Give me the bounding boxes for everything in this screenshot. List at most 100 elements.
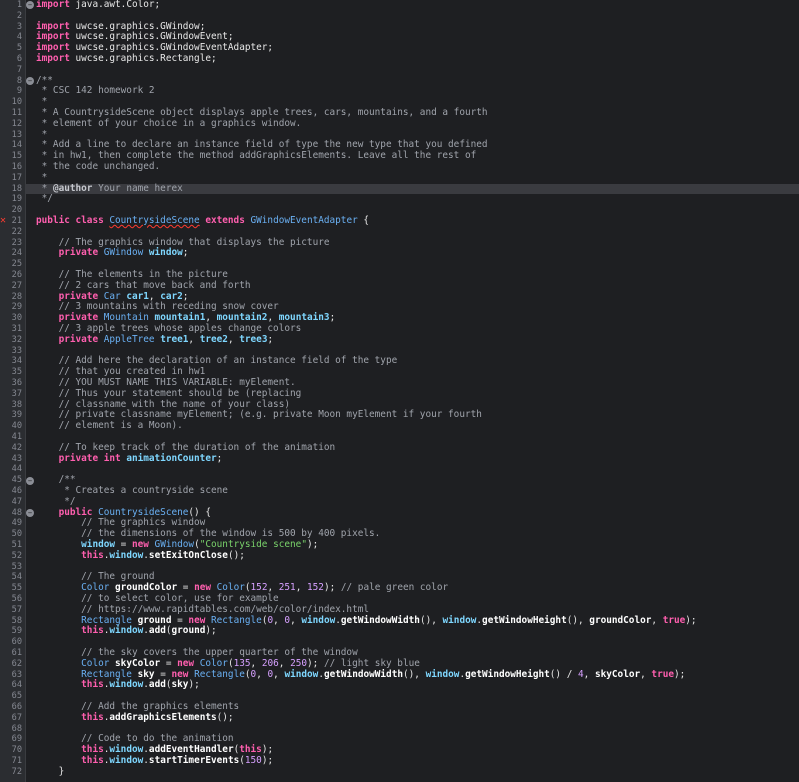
code-line[interactable]: this.window.add(sky); (26, 679, 799, 691)
code-token: CountrysideScene (109, 215, 200, 226)
code-token: * (36, 171, 48, 183)
line-number: 36 (11, 378, 22, 388)
code-token: * (36, 128, 48, 140)
code-token: (), (403, 668, 426, 680)
code-token: 206 (261, 657, 279, 669)
code-token: * CSC 142 homework 2 (36, 85, 155, 97)
code-line[interactable] (26, 65, 799, 76)
code-line[interactable]: import java.awt.Color; (26, 0, 799, 11)
code-line[interactable]: // element is a Moon). (26, 420, 799, 432)
code-line[interactable]: */ (26, 193, 799, 205)
code-line[interactable]: private int animationCounter; (26, 452, 799, 465)
code-line[interactable]: this.window.setExitOnClose(); (26, 550, 799, 562)
line-number: 64 (11, 680, 22, 691)
fold-toggle-icon[interactable]: − (26, 509, 34, 517)
code-area[interactable]: import java.awt.Color; import uwcse.graph… (26, 0, 799, 782)
code-line[interactable]: private GWindow window; (26, 247, 799, 259)
error-marker-icon[interactable]: ✕ (0, 216, 8, 226)
code-line[interactable]: this.window.startTimerEvents(150); (26, 755, 799, 767)
line-number: 59 (11, 626, 22, 637)
code-token: window (284, 668, 319, 680)
code-line[interactable]: * element of your choice in a graphics w… (26, 118, 799, 130)
code-token: * Creates a countryside scene (36, 485, 228, 496)
code-token: uwcse.graphics.GWindowEventAdapter; (69, 42, 274, 54)
code-token: import (36, 42, 70, 54)
line-number: 37 (11, 388, 22, 399)
code-line[interactable]: private AppleTree tree1, tree2, tree3; (26, 333, 799, 346)
code-editor[interactable]: 1 2 3 4 5 6 7 8 9 10 11 12 13 14 15 16 17 18 19 20 21 22 23 24 2… (0, 0, 799, 782)
code-token: window (109, 679, 144, 691)
code-token: , (250, 657, 262, 669)
code-token: car1 (126, 290, 149, 302)
line-number: 10 (11, 97, 22, 108)
code-token: Rectangle (36, 668, 138, 680)
code-token: Color (36, 657, 116, 669)
code-line[interactable]: public class CountrysideScene extends GW… (26, 215, 799, 227)
code-token: // pale green color (340, 582, 449, 594)
fold-toggle-icon[interactable]: − (26, 77, 34, 85)
code-token: java.awt.Color; (69, 0, 161, 10)
code-line[interactable]: import uwcse.graphics.Rectangle; (26, 53, 799, 65)
code-line[interactable]: this.window.add(ground); (26, 625, 799, 637)
code-token: // 3 mountains with receding snow cover (36, 301, 279, 313)
code-token: // Thus your statement should be (replac… (36, 387, 302, 399)
code-token: mountain3 (278, 312, 330, 324)
code-line[interactable]: this.addGraphicsElements(); (26, 712, 799, 724)
fold-toggle-icon[interactable]: − (26, 476, 34, 485)
code-token: uwcse.graphics.GWindowEvent; (69, 31, 234, 43)
code-line[interactable]: * @author Your name herex (26, 183, 799, 195)
line-number: 61 (11, 648, 22, 658)
code-token: ); (261, 755, 274, 766)
code-token: , (227, 333, 240, 345)
line-number: 49 (11, 518, 22, 529)
line-number: 13 (11, 129, 22, 140)
code-token: ); (306, 539, 319, 550)
line-number: 41 (11, 432, 22, 442)
code-line[interactable]: * CSC 142 homework 2 (26, 85, 799, 97)
code-token: new (177, 657, 200, 669)
code-token: window (36, 539, 116, 550)
code-token: window (148, 247, 183, 259)
code-token: ground (137, 614, 172, 626)
code-line[interactable]: * Creates a countryside scene (26, 485, 799, 497)
code-token: 250 (290, 657, 307, 669)
line-number: 17 (11, 172, 22, 183)
code-token: ; (329, 312, 336, 324)
code-token: (), (419, 614, 443, 626)
code-token: // https://www.rapidtables.com/web/color… (36, 603, 370, 615)
line-number: 55 (11, 583, 22, 594)
code-token: /** (36, 474, 76, 486)
code-line[interactable]: } (26, 766, 799, 778)
code-token: GWindow (103, 247, 149, 259)
line-number: 22 (11, 226, 22, 237)
line-number: 56 (11, 594, 22, 604)
code-token: public (36, 506, 99, 518)
code-token: car2 (160, 290, 183, 302)
code-token: animationCounter (126, 452, 217, 464)
code-token: * Add a line to declare an instance fiel… (36, 139, 488, 151)
code-token: = (115, 539, 132, 550)
code-token: "Countryside scene" (199, 539, 307, 550)
code-token: new (188, 614, 211, 626)
line-number: 5 (16, 43, 22, 54)
line-number: 72 (11, 766, 22, 777)
line-number: 65 (11, 691, 22, 702)
line-number: 50 (11, 529, 22, 540)
code-token: add (148, 625, 166, 637)
code-token: // YOU MUST NAME THIS VARIABLE: myElemen… (36, 377, 296, 388)
line-number: 18 (11, 183, 22, 194)
line-number: 52 (11, 550, 22, 561)
code-token: uwcse.graphics.Rectangle; (69, 53, 217, 64)
code-token: this (239, 744, 262, 756)
code-token: this (36, 744, 104, 756)
line-number: 57 (11, 604, 22, 615)
code-line[interactable]: * the code unchanged. (26, 161, 799, 173)
code-line[interactable] (26, 464, 799, 475)
line-number: 29 (11, 302, 22, 313)
code-token: uwcse.graphics.GWindow; (69, 20, 206, 32)
code-token: = (160, 657, 178, 669)
code-token: getWindowHeight (465, 668, 550, 680)
line-number: 45 (11, 475, 22, 486)
code-token: */ (36, 495, 76, 507)
code-token: ); (261, 744, 274, 756)
